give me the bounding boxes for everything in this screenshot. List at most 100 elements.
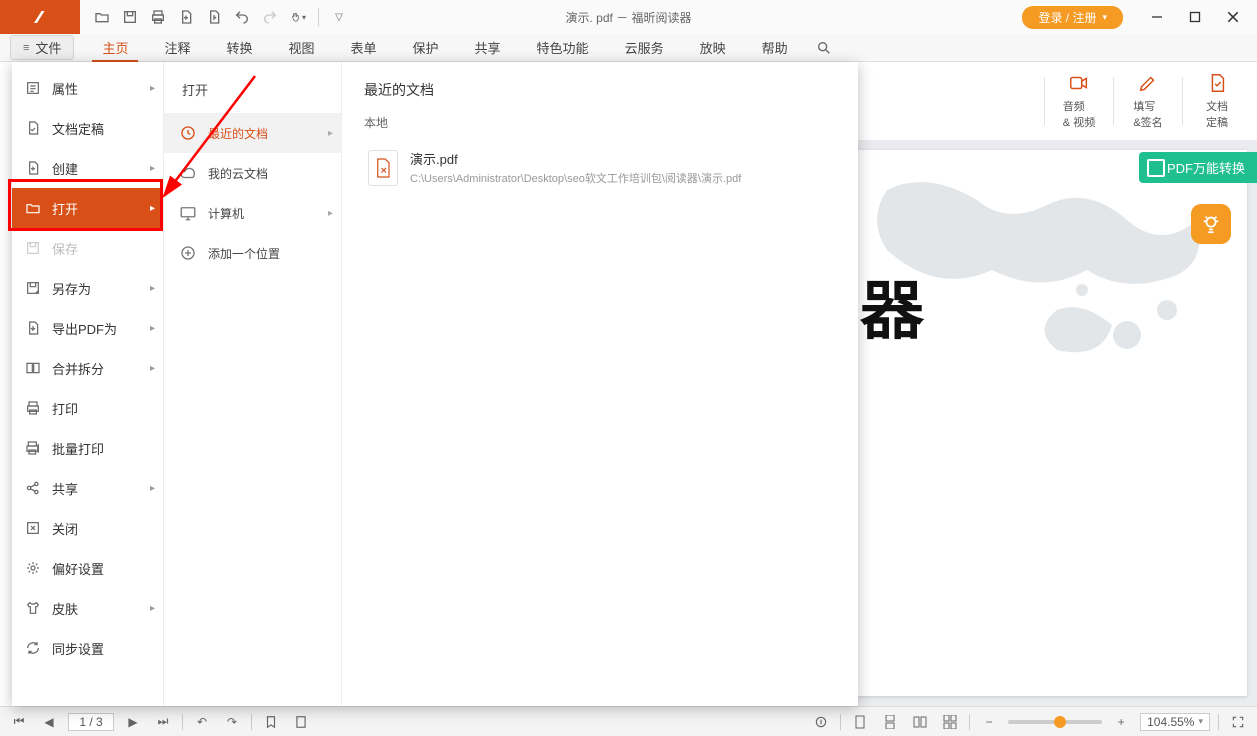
attachment-button[interactable] (290, 711, 312, 733)
facing-page-button[interactable] (909, 711, 931, 733)
tab-file[interactable]: ≡文件 (10, 35, 74, 60)
hand-icon[interactable]: ▾ (290, 9, 306, 25)
tab-slideshow[interactable]: 放映 (682, 34, 744, 61)
file-menu-item-偏好设置[interactable]: 偏好设置 (12, 548, 163, 588)
continuous-page-button[interactable] (879, 711, 901, 733)
menu-item-label: 文档定稿 (52, 119, 104, 138)
file-menu-item-合并拆分[interactable]: 合并拆分▸ (12, 348, 163, 388)
save-icon[interactable] (122, 9, 138, 25)
file-menu-item-同步设置[interactable]: 同步设置 (12, 628, 163, 668)
open-submenu-计算机[interactable]: 计算机▸ (164, 193, 341, 233)
file-menu-item-打开[interactable]: 打开▸ (12, 188, 163, 228)
page-indicator[interactable]: 1 / 3 (68, 713, 114, 731)
ribbon-doc-final[interactable]: 文档定稿 (1191, 69, 1243, 133)
menu-item-label: 保存 (52, 239, 78, 258)
chevron-right-icon: ▸ (150, 203, 155, 214)
reflow-button[interactable] (810, 711, 832, 733)
tab-share[interactable]: 共享 (457, 34, 519, 61)
file-menu-item-打印[interactable]: 打印 (12, 388, 163, 428)
continuous-facing-button[interactable] (939, 711, 961, 733)
chevron-right-icon: ▸ (150, 483, 155, 494)
open-submenu-添加一个位置[interactable]: 添加一个位置 (164, 233, 341, 273)
zoom-in-button[interactable]: + (1110, 711, 1132, 733)
statusbar: ⏮ ◀ 1 / 3 ▶ ⏭ ↶ ↷ − + 104.55%▾ (0, 706, 1257, 736)
file-menu-item-创建[interactable]: 创建▸ (12, 148, 163, 188)
file-menu-open-title: 打开 (164, 74, 341, 113)
menu-item-label: 合并拆分 (52, 359, 104, 378)
login-button-label: 登录 / 注册 (1038, 9, 1096, 26)
zoom-level[interactable]: 104.55%▾ (1140, 713, 1210, 731)
file-menu-item-属性[interactable]: 属性▸ (12, 68, 163, 108)
search-icon[interactable] (816, 40, 832, 56)
pdf-convert-badge[interactable]: PDF万能转换 (1139, 152, 1257, 183)
doc-arrow-icon[interactable] (206, 9, 222, 25)
ribbon-tabs: ≡文件 主页 注释 转换 视图 表单 保护 共享 特色功能 云服务 放映 帮助 (0, 34, 1257, 62)
menu-item-label: 导出PDF为 (52, 319, 117, 338)
quick-access-toolbar: ▾ ▽ (80, 8, 347, 26)
menu-item-icon (24, 199, 42, 217)
file-menu-item-共享[interactable]: 共享▸ (12, 468, 163, 508)
open-icon[interactable] (94, 9, 110, 25)
document-text-fragment: 器 (860, 260, 926, 352)
menu-item-label: 属性 (52, 79, 78, 98)
chevron-right-icon: ▸ (150, 603, 155, 614)
clock-icon (178, 123, 198, 143)
submenu-label: 我的云文档 (208, 165, 268, 182)
menu-item-icon (24, 439, 42, 457)
undo-icon[interactable] (234, 9, 250, 25)
hint-lightbulb-icon[interactable] (1191, 204, 1231, 244)
tab-protect[interactable]: 保护 (395, 34, 457, 61)
tab-features[interactable]: 特色功能 (519, 34, 607, 61)
doc-plus-icon[interactable] (178, 9, 194, 25)
tab-form[interactable]: 表单 (333, 34, 395, 61)
prev-page-button[interactable]: ◀ (38, 711, 60, 733)
recent-file-item[interactable]: 演示.pdf C:\Users\Administrator\Desktop\se… (364, 141, 836, 194)
zoom-slider[interactable] (1008, 720, 1102, 724)
redo-icon[interactable] (262, 9, 278, 25)
open-submenu-最近的文档[interactable]: 最近的文档▸ (164, 113, 341, 153)
tab-convert[interactable]: 转换 (208, 34, 270, 61)
tab-view[interactable]: 视图 (270, 34, 332, 61)
chevron-down-icon: ▾ (1102, 12, 1107, 23)
menu-item-icon (24, 559, 42, 577)
open-submenu-我的云文档[interactable]: 我的云文档 (164, 153, 341, 193)
zoom-slider-knob[interactable] (1054, 716, 1066, 728)
plus-icon (178, 243, 198, 263)
map-illustration (877, 160, 1217, 380)
nav-fwd-button[interactable]: ↷ (221, 711, 243, 733)
first-page-button[interactable]: ⏮ (8, 711, 30, 733)
zoom-out-button[interactable]: − (978, 711, 1000, 733)
print-icon[interactable] (150, 9, 166, 25)
file-menu-item-另存为[interactable]: 另存为▸ (12, 268, 163, 308)
fullscreen-button[interactable] (1227, 711, 1249, 733)
single-page-button[interactable] (849, 711, 871, 733)
close-button[interactable] (1215, 4, 1251, 30)
tab-help[interactable]: 帮助 (744, 34, 806, 61)
hamburger-icon: ≡ (23, 42, 29, 54)
last-page-button[interactable]: ⏭ (152, 711, 174, 733)
minimize-button[interactable] (1139, 4, 1175, 30)
ribbon-fill-sign[interactable]: 填写&签名 (1122, 69, 1174, 133)
file-menu-item-文档定稿[interactable]: 文档定稿 (12, 108, 163, 148)
qat-more-icon[interactable]: ▽ (331, 9, 347, 25)
tab-home[interactable]: 主页 (84, 34, 146, 61)
tab-cloud[interactable]: 云服务 (607, 34, 682, 61)
file-menu-column-detail: 最近的文档 本地 演示.pdf C:\Users\Administrator\D… (342, 62, 858, 706)
submenu-label: 最近的文档 (208, 125, 268, 142)
next-page-button[interactable]: ▶ (122, 711, 144, 733)
bookmark-button[interactable] (260, 711, 282, 733)
maximize-button[interactable] (1177, 4, 1213, 30)
login-button[interactable]: 登录 / 注册 ▾ (1022, 6, 1123, 29)
file-menu-item-批量打印[interactable]: 批量打印 (12, 428, 163, 468)
ribbon-audio-video[interactable]: 音频& 视频 (1053, 69, 1105, 133)
file-menu-item-导出PDF为[interactable]: 导出PDF为▸ (12, 308, 163, 348)
file-menu-item-关闭[interactable]: 关闭 (12, 508, 163, 548)
tab-comment[interactable]: 注释 (146, 34, 208, 61)
file-menu-item-皮肤[interactable]: 皮肤▸ (12, 588, 163, 628)
document-page[interactable] (857, 150, 1247, 696)
file-menu-item-保存: 保存 (12, 228, 163, 268)
menu-item-icon (24, 319, 42, 337)
qat-separator (318, 8, 319, 26)
recent-file-path: C:\Users\Administrator\Desktop\seo软文工作培训… (410, 170, 741, 186)
nav-back-button[interactable]: ↶ (191, 711, 213, 733)
